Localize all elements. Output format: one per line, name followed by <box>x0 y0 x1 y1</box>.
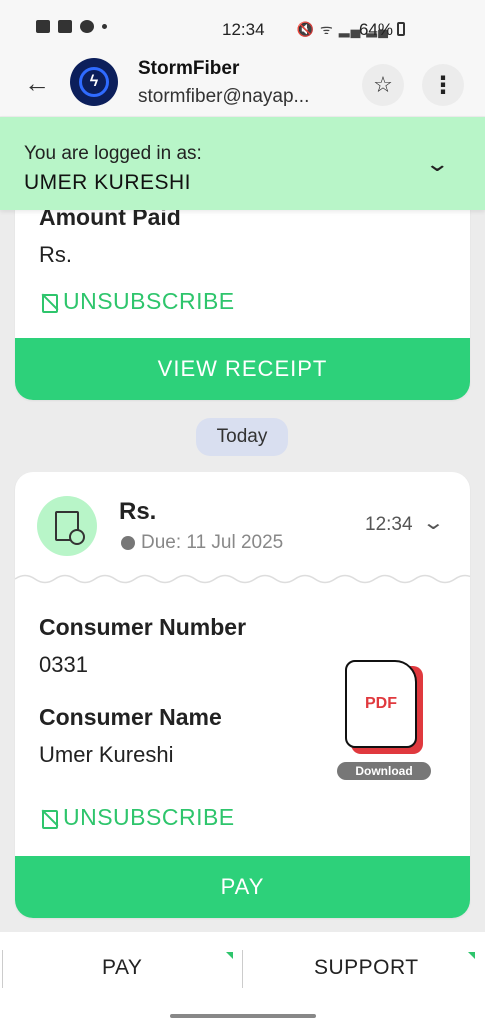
stormfiber-logo-icon: ϟ <box>79 67 109 97</box>
star-icon: ☆ <box>373 72 393 97</box>
more-options-button[interactable]: ⋮ <box>422 64 464 106</box>
consumer-number-label: Consumer Number <box>39 614 247 640</box>
back-arrow-icon[interactable]: ← <box>24 68 50 99</box>
status-bar: 12:34 🔇 ᯤ ▂▄ ▂▄ 64% <box>0 0 485 56</box>
due-date-text: Due: 11 Jul 2025 <box>141 532 284 553</box>
notification-icons <box>36 20 107 33</box>
due-date: Due: 11 Jul 2025 <box>121 532 283 554</box>
message-time: 12:34 <box>365 514 413 535</box>
gallery-icon <box>36 20 50 33</box>
bill-amount: Rs. <box>119 498 157 525</box>
logged-in-banner[interactable]: You are logged in as: UMER KURESHI ⌄ <box>0 117 485 210</box>
contact-name[interactable]: StormFiber <box>138 58 239 80</box>
battery-icon <box>397 22 405 36</box>
amount-paid-value: Rs. <box>39 242 72 267</box>
unsubscribe-link[interactable]: UNSUBSCRIBE <box>39 288 235 315</box>
home-indicator[interactable] <box>170 1014 316 1018</box>
unsubscribe-label: UNSUBSCRIBE <box>63 288 235 314</box>
divider <box>2 950 3 988</box>
pdf-document-icon[interactable]: PDF <box>345 660 423 754</box>
unsubscribe-link-2[interactable]: UNSUBSCRIBE <box>39 804 235 831</box>
consumer-number-value: 0331 <box>39 652 88 677</box>
unsubscribe-label: UNSUBSCRIBE <box>63 804 235 830</box>
menu-indicator-icon <box>226 952 233 959</box>
bill-icon <box>37 496 97 556</box>
message-icon <box>58 20 72 33</box>
receipt-card: Amount Paid Rs. UNSUBSCRIBE VIEW RECEIPT <box>15 190 470 400</box>
bill-card: Rs. Due: 11 Jul 2025 12:34 ⌄ Consumer Nu… <box>15 472 470 918</box>
more-vert-icon: ⋮ <box>431 71 455 99</box>
star-button[interactable]: ☆ <box>362 64 404 106</box>
download-button[interactable]: Download <box>337 762 431 780</box>
pay-button[interactable]: PAY <box>15 856 470 918</box>
unsubscribe-icon <box>39 808 59 829</box>
clock-icon <box>121 536 135 550</box>
battery-level: 64% <box>358 20 393 39</box>
app-icon <box>80 20 94 33</box>
unsubscribe-icon <box>39 292 59 313</box>
view-receipt-button[interactable]: VIEW RECEIPT <box>15 338 470 400</box>
chat-header: ← ϟ StormFiber stormfiber@nayap... ☆ ⋮ <box>0 56 485 116</box>
wave-divider <box>15 574 470 584</box>
date-separator: Today <box>196 418 288 456</box>
expand-chevron-icon[interactable]: ⌄ <box>422 510 445 535</box>
bottom-pay-button[interactable]: PAY <box>102 956 142 980</box>
logged-in-user: UMER KURESHI <box>24 171 192 194</box>
bottom-support-button[interactable]: SUPPORT <box>314 956 419 980</box>
contact-email[interactable]: stormfiber@nayap... <box>138 86 309 108</box>
status-time: 12:34 <box>222 20 265 39</box>
avatar[interactable]: ϟ <box>70 58 118 106</box>
more-notifications-icon <box>102 24 107 29</box>
consumer-name-value: Umer Kureshi <box>39 742 174 767</box>
divider <box>242 950 243 988</box>
pdf-label: PDF <box>345 660 417 748</box>
menu-indicator-icon <box>468 952 475 959</box>
consumer-name-label: Consumer Name <box>39 704 222 730</box>
bottom-action-bar: PAY SUPPORT <box>0 932 485 1024</box>
chevron-down-icon[interactable]: ⌄ <box>424 151 450 177</box>
logged-in-label: You are logged in as: <box>24 143 202 164</box>
